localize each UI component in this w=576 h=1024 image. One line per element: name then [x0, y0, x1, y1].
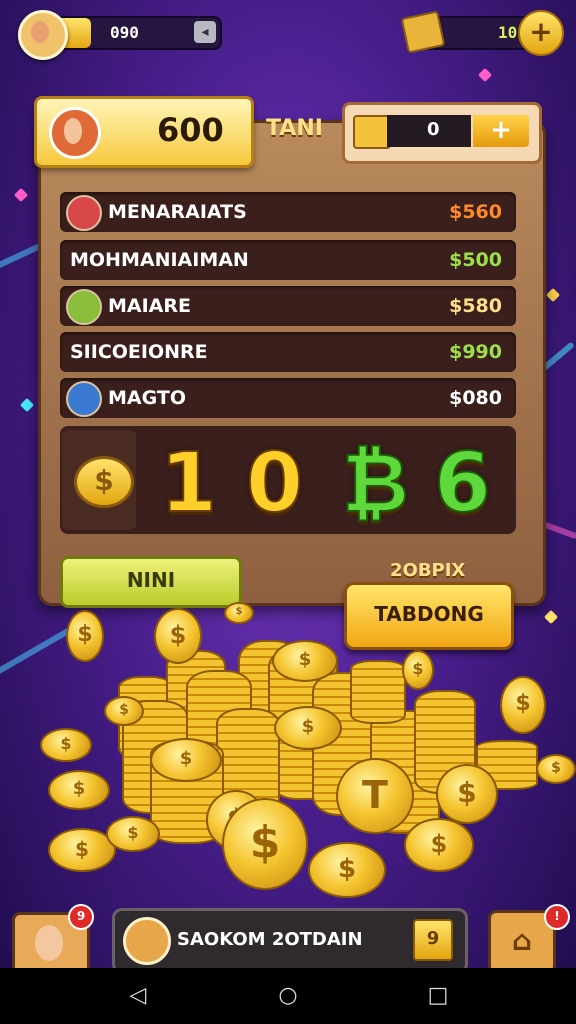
coin-icon: $ — [404, 818, 474, 872]
jackpot-digit: 6 — [433, 435, 492, 532]
notification-badge: 9 — [68, 904, 94, 930]
coin-icon: $ — [104, 696, 144, 726]
coin-icon: $ — [500, 676, 546, 734]
coin-icon: $ — [40, 728, 92, 762]
bottom-bar-coin-icon[interactable]: 9 — [413, 919, 453, 961]
leaderboard-row[interactable]: MAIARE $580 — [60, 286, 516, 326]
leaderboard-row[interactable]: MOHMANIAIMAN $500 — [60, 240, 516, 280]
jackpot-digit: ₿ — [341, 435, 410, 532]
coin-icon: $ — [402, 650, 434, 690]
sparkle-icon — [19, 397, 35, 413]
row-name: MOHMANIAIMAN — [70, 249, 249, 271]
nini-button[interactable]: NINI — [60, 556, 242, 608]
home-badge: ! — [544, 904, 570, 930]
row-amount: $580 — [449, 295, 502, 317]
player-avatar[interactable] — [18, 10, 68, 60]
top-bar: 090 ◂ 10 + — [0, 0, 576, 62]
row-name: MENARAIATS — [108, 201, 247, 223]
row-avatar — [66, 381, 102, 417]
coin-icon: $ — [222, 798, 308, 890]
coin-icon: $ — [436, 764, 498, 824]
row-avatar — [66, 289, 102, 325]
row-name: MAGTO — [108, 387, 186, 409]
cash-icon — [353, 115, 391, 149]
coin-icon: $ — [274, 706, 342, 750]
add-currency-button[interactable]: + — [518, 10, 564, 56]
sparkle-icon — [545, 287, 561, 303]
row-name: SIICOEIONRE — [70, 341, 208, 363]
system-nav-bar: ◁ ○ □ — [0, 968, 576, 1024]
sparkle-icon — [477, 67, 493, 83]
gem-value: 10 — [498, 23, 518, 42]
jackpot-icon-box: $ — [62, 430, 136, 530]
coin-meter: 090 ◂ — [52, 16, 222, 50]
bottom-status-bar[interactable]: SAOKOM 2OTDAIN 9 — [112, 908, 468, 974]
row-name: MAIARE — [108, 295, 191, 317]
cash-value: 0 — [427, 119, 440, 140]
promo-label: 2OBPIX — [390, 560, 466, 581]
row-amount: $560 — [449, 201, 502, 223]
home-circle-icon[interactable]: ○ — [274, 982, 302, 1010]
jackpot-display: $ 1 0 ₿ 6 — [60, 426, 516, 534]
row-amount: $500 — [449, 249, 502, 271]
coin-icon: $ — [66, 610, 104, 662]
sparkle-icon — [13, 187, 29, 203]
bottom-bar-avatar — [123, 917, 171, 965]
row-avatar — [66, 195, 102, 231]
coin-icon: $ — [308, 842, 386, 898]
coin-icon: $ — [74, 456, 134, 508]
sparkle-icon — [543, 609, 559, 625]
jackpot-digit: 1 — [159, 435, 218, 532]
add-cash-button[interactable]: + — [473, 115, 529, 147]
cash-card: 0 + — [342, 102, 542, 164]
coin-icon: $ — [150, 738, 222, 782]
coin-icon: $ — [106, 816, 160, 852]
coin-icon: $ — [272, 640, 338, 682]
back-icon[interactable]: ◁ — [124, 982, 152, 1010]
coin-meter-button[interactable]: ◂ — [194, 21, 216, 43]
coin-icon: $ — [224, 602, 254, 624]
recents-icon[interactable]: □ — [424, 982, 452, 1010]
leaderboard-row[interactable]: MENARAIATS $560 — [60, 192, 516, 232]
coin-icon: $ — [48, 770, 110, 810]
ticket-icon — [400, 10, 446, 54]
leaderboard-row[interactable]: MAGTO $080 — [60, 378, 516, 418]
row-amount: $990 — [449, 341, 502, 363]
tab-label[interactable]: TANI — [266, 116, 323, 141]
coin-icon: $ — [536, 754, 576, 784]
row-amount: $080 — [449, 387, 502, 409]
bottom-bar-text: SAOKOM 2OTDAIN — [177, 929, 363, 950]
leaderboard-row[interactable]: SIICOEIONRE $990 — [60, 332, 516, 372]
jackpot-digit: 0 — [245, 435, 304, 532]
tabdong-button[interactable]: TABDONG — [344, 582, 514, 650]
coin-value: 090 — [110, 23, 139, 42]
score-value: 600 — [157, 111, 224, 149]
score-avatar — [49, 107, 101, 159]
score-card: 600 — [34, 96, 254, 168]
coin-icon: $ — [154, 608, 202, 664]
coin-stack — [350, 660, 406, 724]
coin-icon: T — [336, 758, 414, 834]
